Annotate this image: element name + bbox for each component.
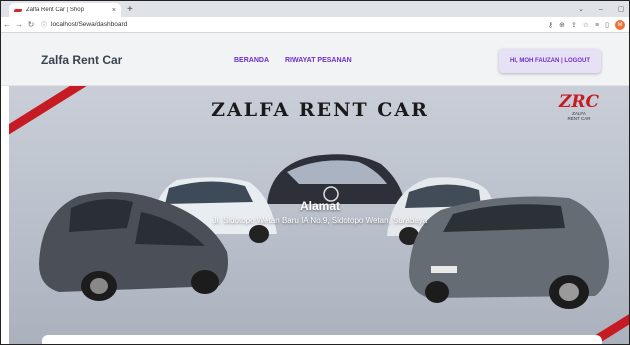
forward-icon[interactable]: → (13, 20, 25, 29)
key-icon[interactable]: ⚷ (548, 21, 553, 29)
brand-logo[interactable]: Zalfa Rent Car (41, 53, 122, 67)
toolbar-icons: ⚷ ⊕ ⇪ ☆ ≡ ▯ M (548, 17, 625, 33)
tab-title: Zalfa Rent Car | Shop (26, 7, 84, 13)
address-bar: ← → ↻ ⓘ localhost/Sewa/dashboard ⚷ ⊕ ⇪ ☆… (1, 17, 629, 33)
new-tab-button[interactable]: + (127, 3, 133, 17)
side-panel-icon[interactable]: ▯ (605, 21, 609, 29)
license-plate (431, 266, 457, 273)
site-navbar: Zalfa Rent Car BERANDA RIWAYAT PESANAN H… (1, 33, 629, 86)
reload-icon[interactable]: ↻ (25, 20, 37, 29)
close-tab-icon[interactable]: × (112, 7, 116, 14)
car-mercedes-illustration (267, 154, 405, 204)
window-controls: ⌄ – ▢ (571, 1, 629, 17)
address-text: Jl. Sidotopo Wetan Baru IA No.9, Sidotop… (212, 216, 428, 225)
favicon-icon (13, 8, 23, 12)
nav-link-riwayat-pesanan[interactable]: RIWAYAT PESANAN (285, 57, 352, 64)
site-info-icon[interactable]: ⓘ (41, 20, 47, 29)
url-text[interactable]: localhost/Sewa/dashboard (51, 21, 127, 28)
nav-link-beranda[interactable]: BERANDA (234, 57, 269, 64)
reading-list-icon[interactable]: ≡ (595, 22, 599, 29)
main-menu: BERANDA RIWAYAT PESANAN (234, 57, 352, 64)
hero-banner: ZALFA RENT CAR ZRC ZALFA RENT CAR Alamat… (9, 86, 629, 344)
profile-avatar[interactable]: M (615, 20, 625, 30)
logout-button[interactable]: HI, MOH FAUZAN | LOGOUT (499, 49, 601, 73)
back-icon[interactable]: ← (1, 20, 13, 29)
maximize-icon[interactable]: ▢ (611, 5, 629, 13)
browser-tab[interactable]: Zalfa Rent Car | Shop × (9, 3, 121, 17)
content-card (42, 335, 602, 344)
zoom-icon[interactable]: ⊕ (559, 21, 565, 29)
bookmark-star-icon[interactable]: ☆ (583, 21, 589, 29)
address-block: Alamat Jl. Sidotopo Wetan Baru IA No.9, … (9, 199, 629, 225)
url-field[interactable]: ⓘ localhost/Sewa/dashboard (41, 19, 127, 31)
share-icon[interactable]: ⇪ (571, 21, 577, 29)
minimize-icon[interactable]: – (591, 6, 611, 13)
tab-strip: Zalfa Rent Car | Shop × + ⌄ – ▢ (1, 1, 629, 17)
address-heading: Alamat (299, 199, 340, 213)
tab-search-icon[interactable]: ⌄ (571, 5, 591, 13)
browser-window: Zalfa Rent Car | Shop × + ⌄ – ▢ ← → ↻ ⓘ … (0, 0, 630, 345)
